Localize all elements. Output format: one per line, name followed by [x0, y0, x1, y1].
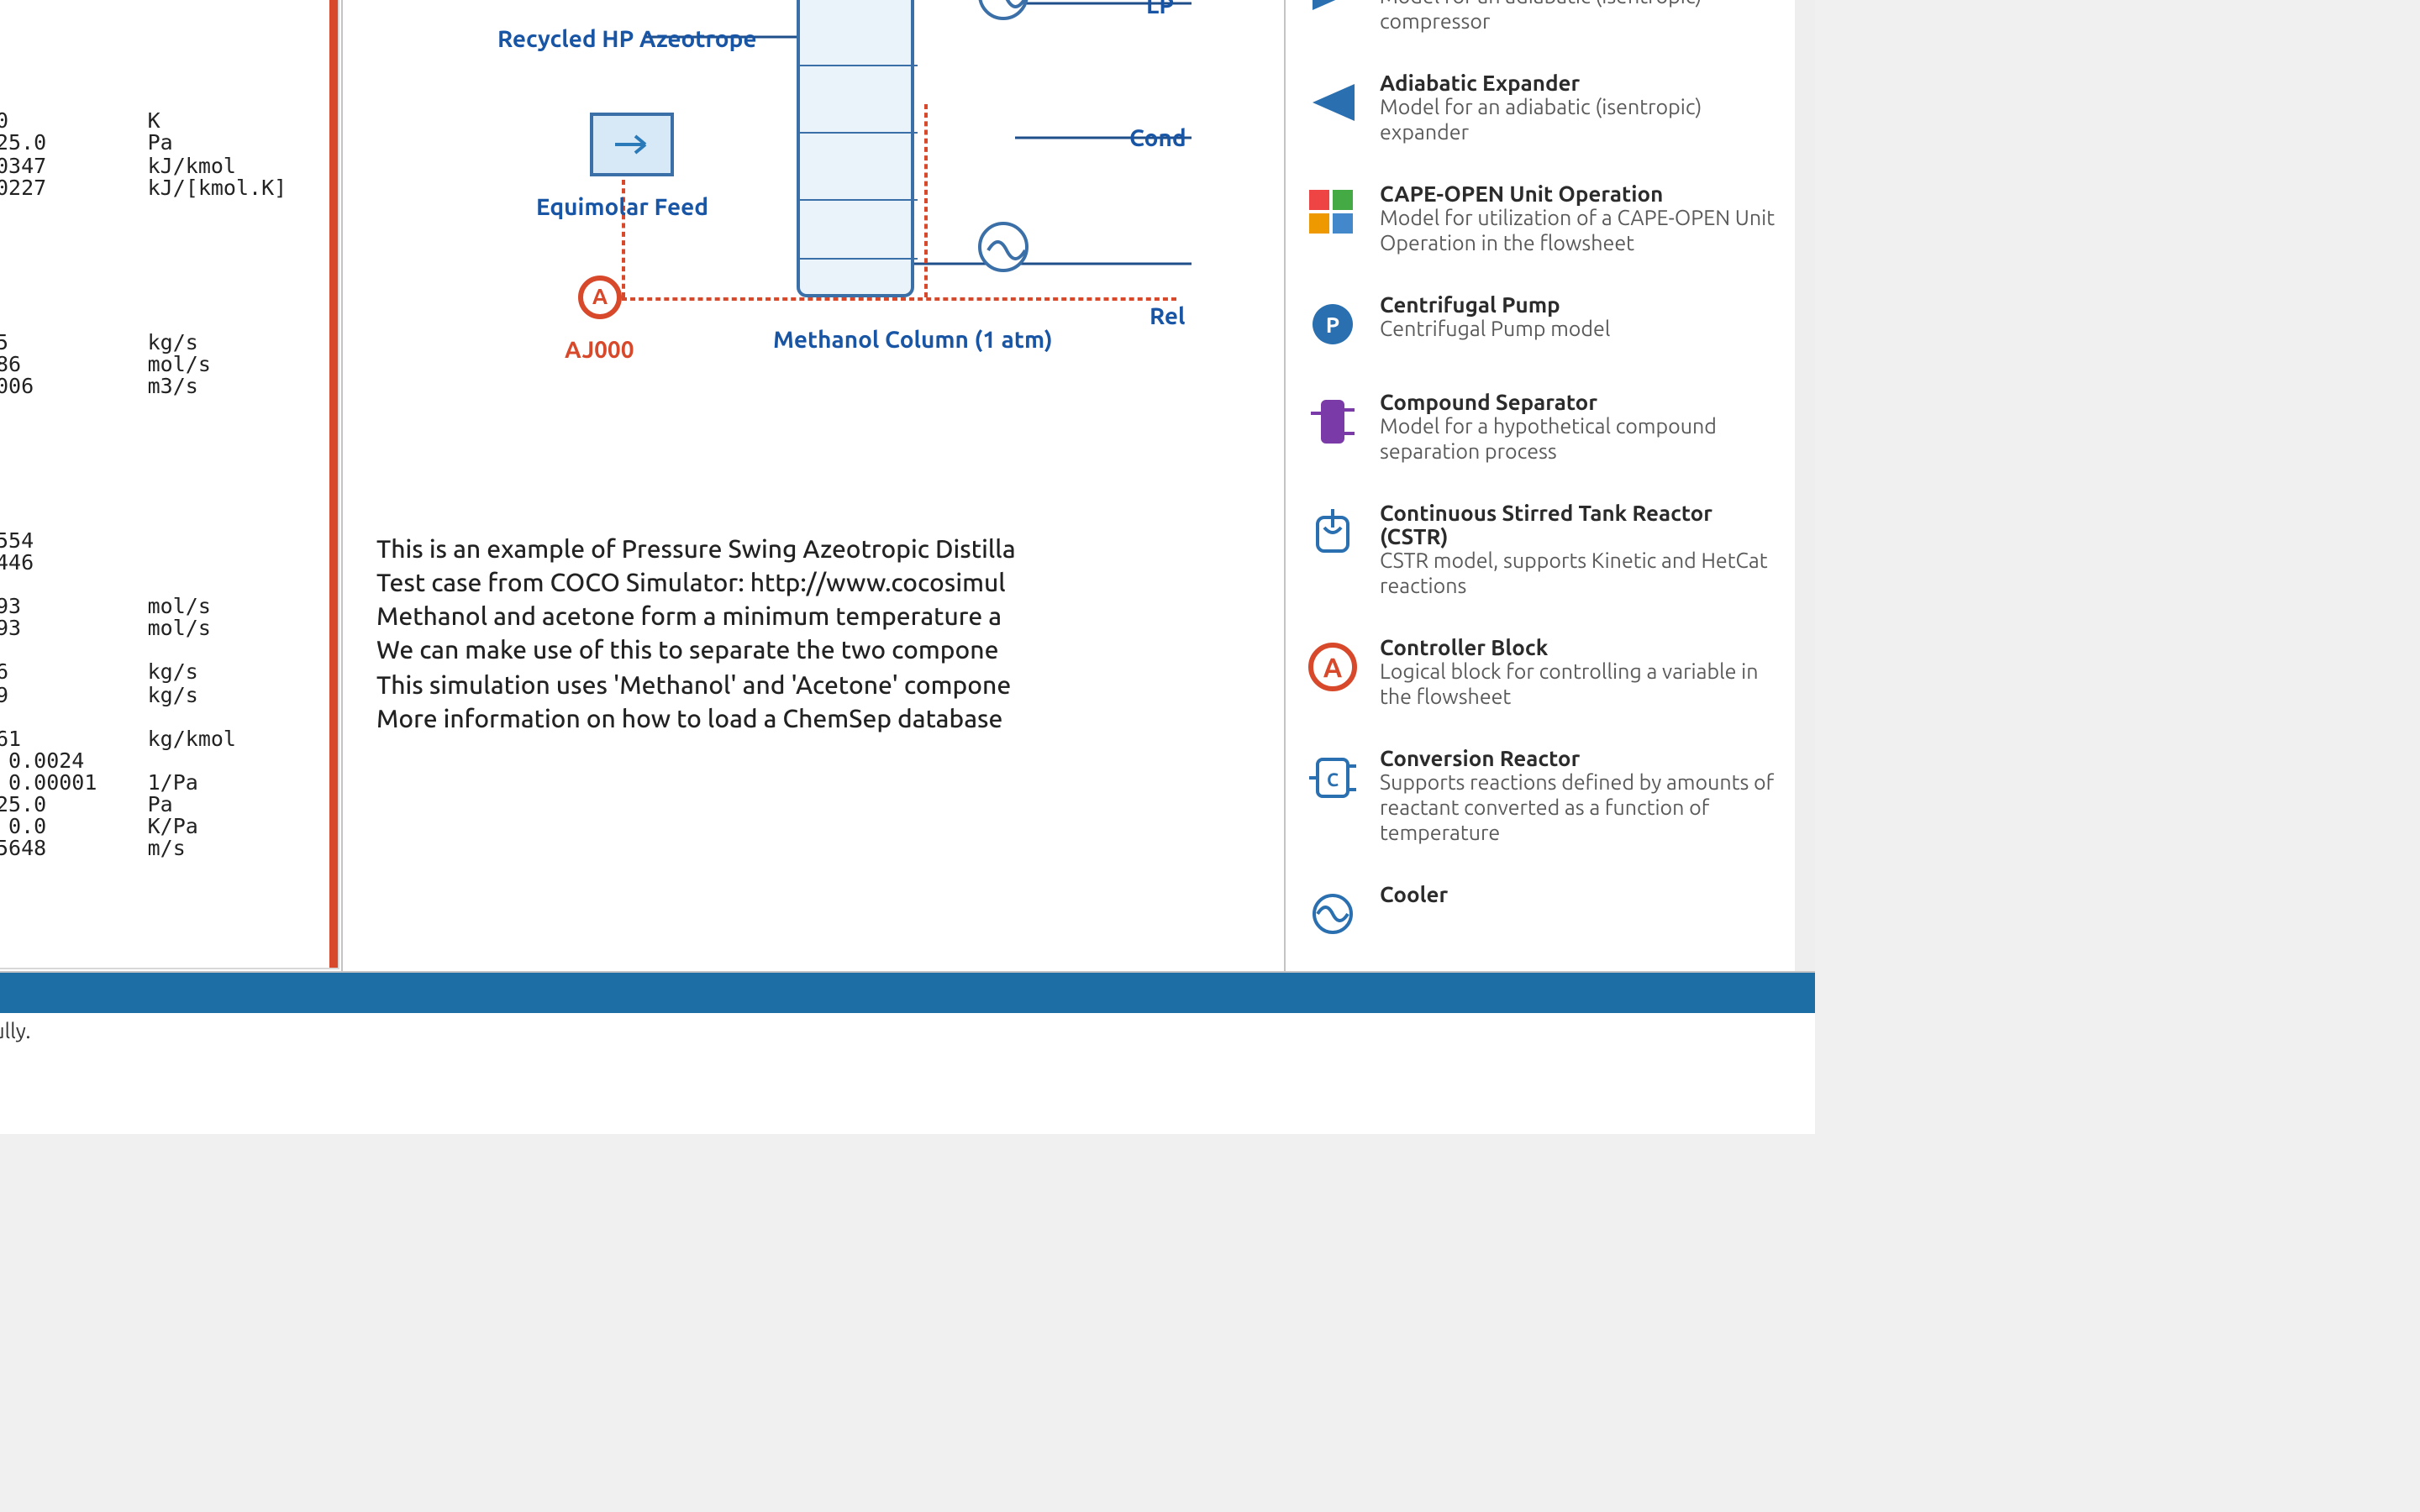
palette-item-title: Compound Separator — [1380, 391, 1778, 415]
label-aj000: AJ000 — [565, 336, 634, 363]
results-text-area[interactable]: Object successfully calculated on 1/1/00… — [0, 0, 339, 969]
adjust-connector — [622, 297, 1176, 301]
palette-item-desc: Supports reactions defined by amounts of… — [1380, 771, 1778, 847]
svg-text:P: P — [1326, 312, 1339, 337]
adjust-badge[interactable]: A — [578, 276, 622, 319]
palette-item-icon — [1302, 502, 1363, 563]
palette-item[interactable]: Compound Separator Model for a hypotheti… — [1286, 378, 1795, 489]
palette-item-icon: P — [1302, 294, 1363, 354]
log-panel: Information/Log Panel [INFO] [8/10/2018 … — [0, 971, 1815, 1134]
palette-item[interactable]: Adiabatic Expander Model for an adiabati… — [1286, 59, 1795, 170]
palette-item-desc: Model for an adiabatic (isentropic) expa… — [1380, 96, 1778, 146]
log-panel-title: Information/Log Panel — [0, 973, 1815, 1013]
palette-item-icon — [1302, 72, 1363, 133]
palette-item-desc: Model for an adiabatic (isentropic) comp… — [1380, 0, 1778, 35]
palette-item-icon — [1302, 183, 1363, 244]
label-lp: LP — [1146, 0, 1174, 18]
palette-item-title: Conversion Reactor — [1380, 748, 1778, 771]
palette-item[interactable]: A Controller Block Logical block for con… — [1286, 623, 1795, 734]
palette-item-desc: Model for utilization of a CAPE-OPEN Uni… — [1380, 207, 1778, 257]
flowsheet-canvas-pane: E A Recyc Recycled HP Azeotrope LP Cond … — [343, 0, 1284, 971]
palette-item-desc: CSTR model, supports Kinetic and HetCat … — [1380, 549, 1778, 600]
palette-item-icon — [1302, 391, 1363, 452]
svg-text:C: C — [1327, 769, 1339, 790]
palette-item[interactable]: C Conversion Reactor Supports reactions … — [1286, 734, 1795, 870]
palette-item[interactable]: CAPE-OPEN Unit Operation Model for utili… — [1286, 170, 1795, 281]
palette-item-desc: Logical block for controlling a variable… — [1380, 660, 1778, 711]
palette-item-icon: C — [1302, 748, 1363, 808]
palette-scrollbar[interactable] — [1795, 0, 1815, 971]
palette-list[interactable]: AB Absorption Column Model for rigorous … — [1286, 0, 1795, 971]
flowsheet-notes: This is an example of Pressure Swing Aze… — [376, 532, 1267, 736]
palette-item-title: Cooler — [1380, 884, 1448, 907]
palette-item-icon: A — [1302, 637, 1363, 697]
label-recycled-hp: Recycled HP Azeotrope — [497, 25, 757, 52]
palette-item[interactable]: P Centrifugal Pump Centrifugal Pump mode… — [1286, 281, 1795, 378]
palette-item-desc: Model for a hypothetical compound separa… — [1380, 415, 1778, 465]
object-palette-pane: Object Palette Drag and drop items to ad… — [1284, 0, 1815, 971]
flow-arrow-icon — [612, 131, 662, 158]
palette-item-title: CAPE-OPEN Unit Operation — [1380, 183, 1778, 207]
label-cond: Cond — [1129, 124, 1186, 151]
palette-item-title: Centrifugal Pump — [1380, 294, 1610, 318]
palette-item-desc: Centrifugal Pump model — [1380, 318, 1610, 343]
object-editors-pane: Object Editors Object Editing Panels wil… — [0, 0, 343, 971]
palette-item-title: Continuous Stirred Tank Reactor (CSTR) — [1380, 502, 1778, 549]
palette-item-title: Adiabatic Expander — [1380, 72, 1778, 96]
palette-item[interactable]: Adiabatic Compressor Model for an adiaba… — [1286, 0, 1795, 59]
condenser-icon[interactable] — [978, 0, 1028, 20]
label-methanol-col: Methanol Column (1 atm) — [773, 326, 1053, 353]
svg-text:A: A — [1323, 653, 1343, 683]
column-block[interactable] — [797, 0, 914, 297]
palette-item[interactable]: Cooler — [1286, 870, 1795, 968]
palette-item[interactable]: Continuous Stirred Tank Reactor (CSTR) C… — [1286, 489, 1795, 623]
label-rel: Rel — [1150, 302, 1185, 329]
log-body[interactable]: [INFO] [8/10/2018 8:50:04 AM] Data loade… — [0, 1013, 1815, 1134]
palette-item-title: Controller Block — [1380, 637, 1778, 660]
label-equimolar-feed: Equimolar Feed — [536, 193, 708, 220]
reboiler-icon[interactable] — [978, 222, 1028, 272]
palette-item-icon — [1302, 0, 1363, 22]
flowsheet-canvas[interactable]: E A Recyc Recycled HP Azeotrope LP Cond … — [343, 0, 1284, 971]
adjust-connector — [924, 104, 928, 297]
palette-item-icon — [1302, 884, 1363, 944]
